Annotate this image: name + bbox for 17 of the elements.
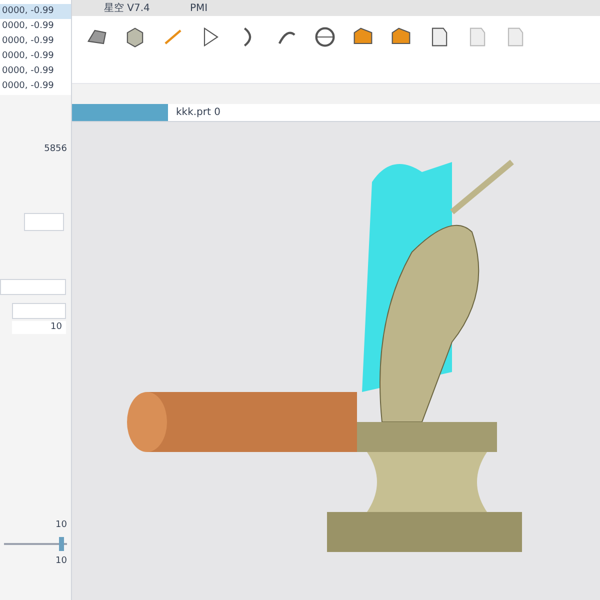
slider-min-label: 10 (56, 554, 68, 568)
dropdown-field[interactable] (0, 278, 66, 294)
number-field[interactable]: 10 (12, 320, 66, 334)
dropdown-field[interactable] (12, 302, 66, 318)
menu-item[interactable]: 星空 V7.4 (104, 0, 150, 16)
menu-item[interactable]: PMI (190, 0, 208, 16)
list-item[interactable]: 0000, -0.99 (0, 79, 71, 94)
list-item[interactable]: 0000, -0.99 (0, 64, 71, 79)
list-item[interactable]: 0000, -0.99 (0, 19, 71, 34)
file-tab[interactable]: kkk.prt 0 (168, 105, 228, 120)
value-label: 5856 (44, 143, 68, 156)
slider-thumb[interactable] (58, 536, 64, 550)
list-item[interactable]: 0000, -0.99 (0, 34, 71, 49)
list-item[interactable]: 0000, -0.99 (0, 49, 71, 64)
list-item[interactable]: 0000, -0.99 (0, 4, 71, 19)
dropdown-field[interactable] (24, 212, 64, 230)
slider-max-label: 10 (56, 519, 68, 532)
